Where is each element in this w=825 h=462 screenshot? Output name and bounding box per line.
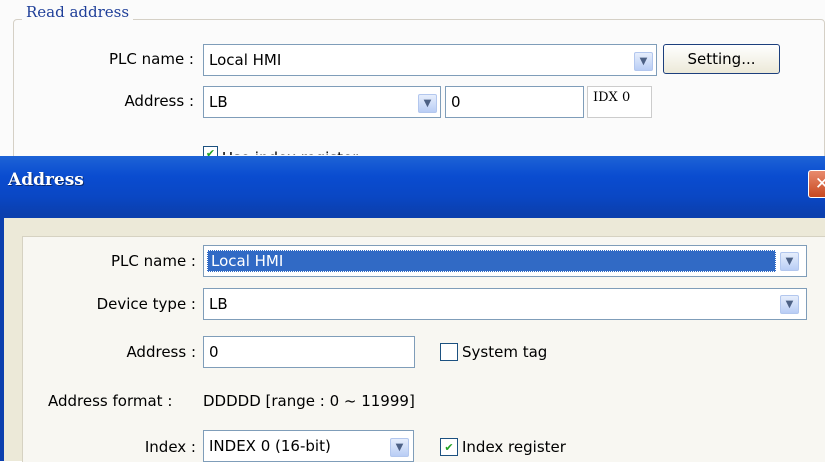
bg-use-index-label: Use index register bbox=[222, 149, 358, 155]
device-type-value: LB bbox=[209, 295, 228, 313]
read-address-group-title: Read address bbox=[22, 3, 134, 21]
bg-device-type-chevron-down-icon[interactable]: ▼ bbox=[418, 94, 437, 113]
bg-index-display: IDX 0 bbox=[587, 86, 652, 118]
device-type-label: Device type : bbox=[96, 295, 196, 313]
index-register-checkbox[interactable]: ✔ bbox=[440, 438, 458, 456]
setting-button[interactable]: Setting... bbox=[663, 44, 780, 74]
plc-name-chevron-down-icon[interactable]: ▼ bbox=[780, 252, 799, 271]
index-register-label: Index register bbox=[462, 438, 566, 456]
index-value: INDEX 0 (16-bit) bbox=[209, 437, 331, 455]
address-input[interactable]: 0 bbox=[203, 336, 415, 368]
address-format-value: DDDDD [range : 0 ~ 11999] bbox=[203, 392, 415, 410]
bg-address-value: 0 bbox=[451, 93, 461, 111]
bg-plc-name-value: Local HMI bbox=[209, 51, 282, 69]
bg-index-text: IDX 0 bbox=[593, 90, 631, 105]
close-icon[interactable]: ✕ bbox=[808, 170, 825, 198]
dialog-title: Address bbox=[8, 170, 84, 190]
system-tag-label: System tag bbox=[462, 343, 548, 361]
device-type-chevron-down-icon[interactable]: ▼ bbox=[780, 295, 799, 314]
bg-device-type-value: LB bbox=[209, 93, 228, 111]
dialog-title-bar[interactable]: Address ✕ bbox=[0, 156, 825, 214]
plc-name-select[interactable]: Local HMI bbox=[203, 245, 807, 277]
address-value: 0 bbox=[209, 343, 219, 361]
plc-name-label: PLC name : bbox=[110, 252, 196, 270]
read-address-panel: Read address PLC name : Local HMI ▼ Sett… bbox=[0, 0, 825, 171]
system-tag-checkbox[interactable] bbox=[440, 343, 458, 361]
address-format-label: Address format : bbox=[48, 392, 173, 410]
bg-plc-name-select[interactable]: Local HMI bbox=[203, 44, 657, 76]
bg-address-input[interactable]: 0 bbox=[445, 86, 584, 118]
bg-plc-name-chevron-down-icon[interactable]: ▼ bbox=[634, 52, 653, 71]
address-label: Address : bbox=[126, 343, 196, 361]
plc-name-value: Local HMI bbox=[207, 250, 776, 272]
bg-device-type-select[interactable]: LB bbox=[203, 86, 441, 118]
bg-plc-name-label: PLC name : bbox=[108, 50, 194, 68]
device-type-select[interactable]: LB bbox=[203, 288, 807, 320]
index-select[interactable]: INDEX 0 (16-bit) bbox=[203, 430, 414, 462]
index-label: Index : bbox=[144, 438, 196, 456]
index-chevron-down-icon[interactable]: ▼ bbox=[390, 438, 409, 457]
bg-address-label: Address : bbox=[124, 92, 194, 110]
